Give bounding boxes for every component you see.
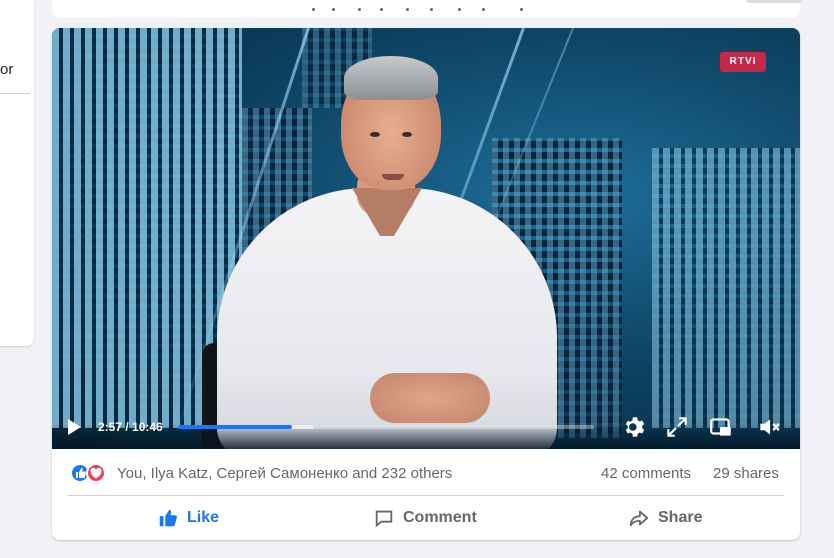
right-eye [402, 132, 412, 137]
comments-count[interactable]: 42 comments [601, 465, 691, 482]
progress-bar[interactable] [178, 425, 594, 429]
comment-bubble-icon [375, 510, 393, 528]
share-button[interactable]: Share [628, 500, 702, 536]
settings-icon[interactable] [622, 414, 648, 440]
previous-post-bottom [52, 0, 800, 18]
sidebar-divider [0, 93, 30, 94]
fullscreen-icon[interactable] [664, 414, 690, 440]
post-stats: You, Ilya Katz, Сергей Самоненко and 232… [52, 449, 800, 495]
video-player[interactable]: RTVI 2:57 / 10:46 [52, 28, 800, 449]
mouth [382, 174, 404, 180]
picture-in-picture-icon[interactable] [708, 414, 734, 440]
left-eye [370, 132, 380, 137]
play-icon[interactable] [68, 419, 81, 435]
thumbs-up-icon [159, 509, 177, 527]
reactions-summary[interactable]: You, Ilya Katz, Сергей Самоненко and 232… [117, 465, 452, 482]
reaction-icons[interactable] [70, 463, 110, 483]
love-reaction-icon [86, 463, 106, 483]
comment-label: Comment [403, 509, 477, 526]
left-sidebar-card: or [0, 0, 34, 346]
video-controls: 2:57 / 10:46 [52, 411, 800, 449]
sidebar-text-fragment: or [0, 61, 14, 78]
mute-icon[interactable] [756, 414, 782, 440]
like-label: Like [187, 509, 220, 526]
actions-divider [68, 495, 784, 496]
scroll-tab [746, 0, 802, 3]
shares-count[interactable]: 29 shares [713, 465, 779, 482]
share-label: Share [658, 509, 703, 526]
hair [344, 56, 438, 100]
like-button[interactable]: Like [157, 500, 219, 536]
played-bar [178, 425, 292, 429]
speaker-figure [52, 28, 800, 449]
truncated-text-fragment [310, 4, 530, 12]
comment-button[interactable]: Comment [373, 500, 477, 536]
post-actions: Like Comment Share [52, 500, 800, 536]
feed-post: RTVI 2:57 / 10:46 You, Ilya Katz, Сергей… [52, 28, 800, 540]
video-time: 2:57 / 10:46 [98, 420, 163, 434]
share-arrow-icon [629, 510, 649, 527]
